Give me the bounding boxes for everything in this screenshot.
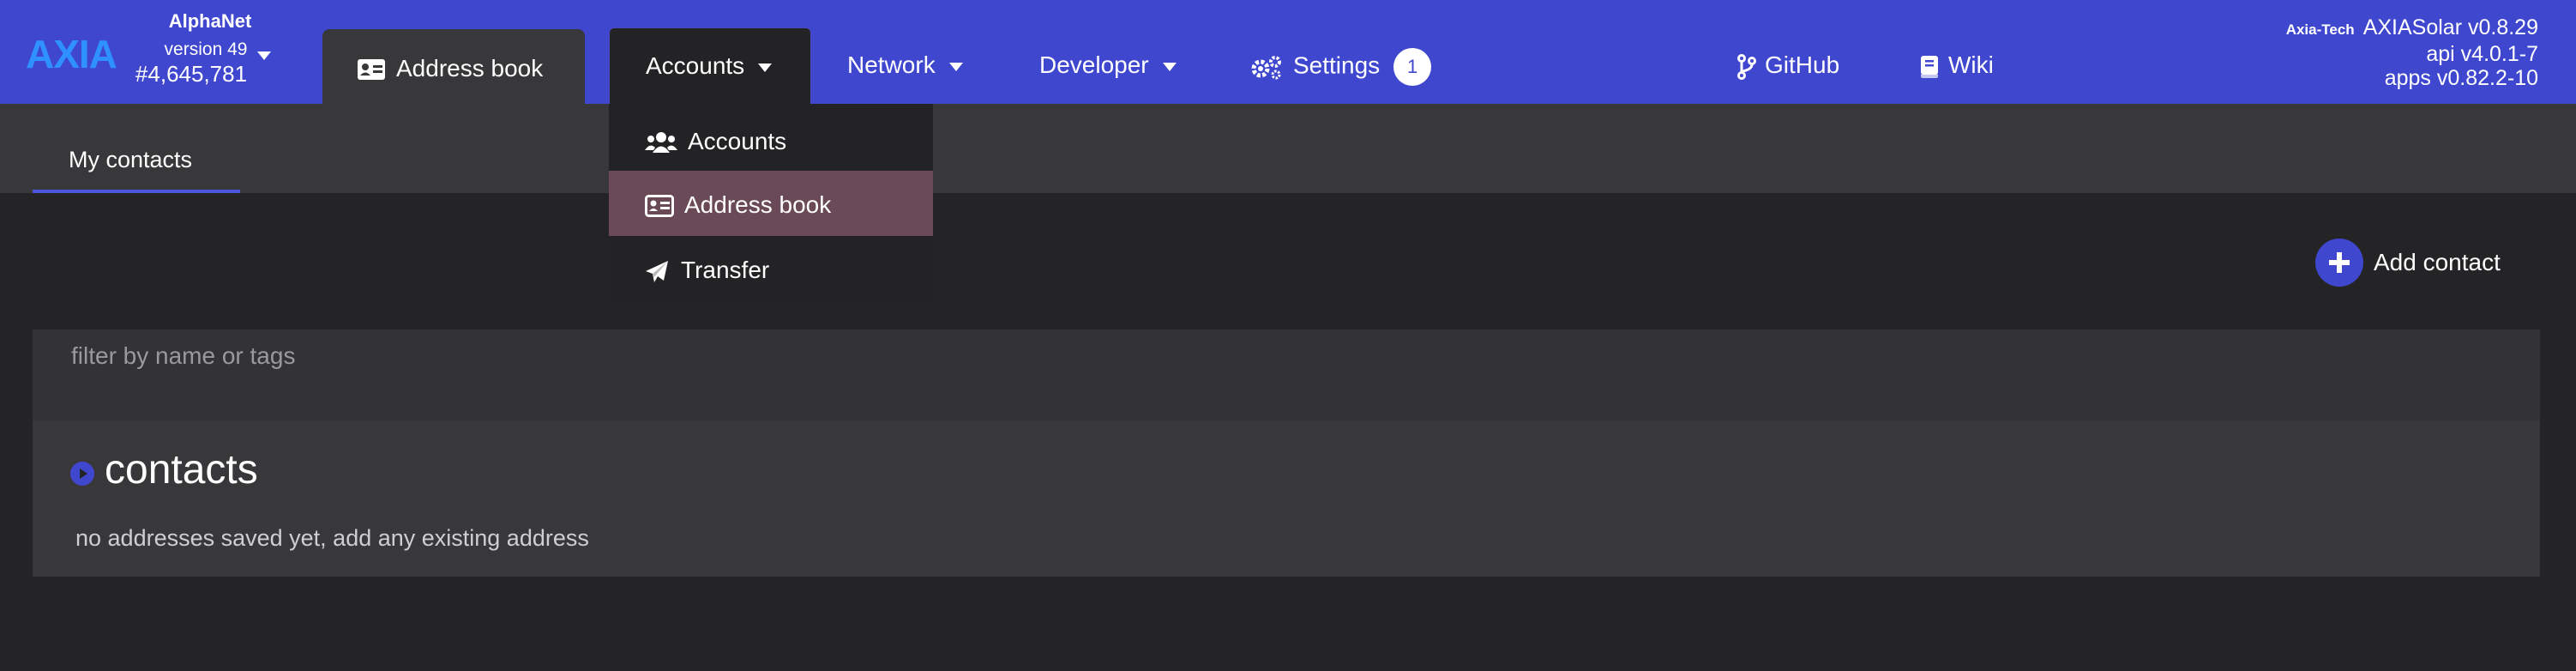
tab-my-contacts[interactable]: My contacts [33,104,240,193]
plus-icon [2315,239,2363,287]
menu-item-transfer[interactable]: Transfer [609,236,933,301]
chevron-down-icon [257,51,271,60]
nav-network[interactable]: Network [847,51,963,79]
top-navbar: AXIA AlphaNet version 49 #4,645,781 Addr… [0,0,2576,104]
address-card-icon [358,59,385,80]
menu-item-address-book[interactable]: Address book [609,171,933,236]
menu-item-transfer-label: Transfer [681,257,770,283]
nav-wiki[interactable]: Wiki [1919,51,1994,79]
gears-icon [1251,56,1281,80]
expand-toggle-icon[interactable] [70,462,94,486]
tab-accounts-label: Accounts [646,52,773,80]
api-version: api v4.0.1-7 [2426,42,2538,66]
filter-input[interactable] [33,329,2540,420]
book-icon [1921,55,1938,78]
add-contact-label: Add contact [2374,249,2501,275]
settings-badge: 1 [1393,48,1432,86]
block-number: #4,645,781 [135,61,248,87]
menu-item-accounts-label: Accounts [688,128,787,154]
tab-accounts[interactable]: Accounts [609,27,811,104]
tab-address-book-label: Address book [396,55,544,82]
contacts-section: contacts no addresses saved yet, add any… [33,420,2540,577]
chain-name: AlphaNet [168,10,252,32]
subtab-bar: My contacts [0,104,2576,193]
version-info: Axia-Tech AXIASolar v0.8.29 api v4.0.1-7 … [2286,15,2538,90]
nav-settings[interactable]: Settings 1 [1250,48,1432,86]
caret-down-icon [758,63,773,72]
brand-label: Axia-Tech [2285,21,2355,38]
users-icon [645,132,677,153]
nav-developer[interactable]: Developer [1039,51,1177,79]
nav-github[interactable]: GitHub [1737,51,1839,80]
empty-message: no addresses saved yet, add any existing… [75,525,589,551]
caret-down-icon [948,62,963,71]
contacts-heading: contacts [105,447,258,493]
chain-selector[interactable]: AlphaNet version 49 #4,645,781 [120,10,292,88]
tab-address-book[interactable]: Address book [322,29,585,104]
address-card-icon [645,195,674,217]
menu-item-accounts[interactable]: Accounts [609,107,933,172]
paper-plane-icon [646,261,668,282]
apps-version: apps v0.82.2-10 [2384,66,2538,90]
menu-item-address-book-label: Address book [684,191,832,218]
client-version: AXIASolar v0.8.29 [2362,15,2538,39]
accounts-dropdown-menu: Accounts Address book Transfer [609,104,933,302]
code-branch-icon [1737,53,1756,80]
caret-down-icon [1162,62,1177,71]
tab-my-contacts-label: My contacts [69,147,193,172]
